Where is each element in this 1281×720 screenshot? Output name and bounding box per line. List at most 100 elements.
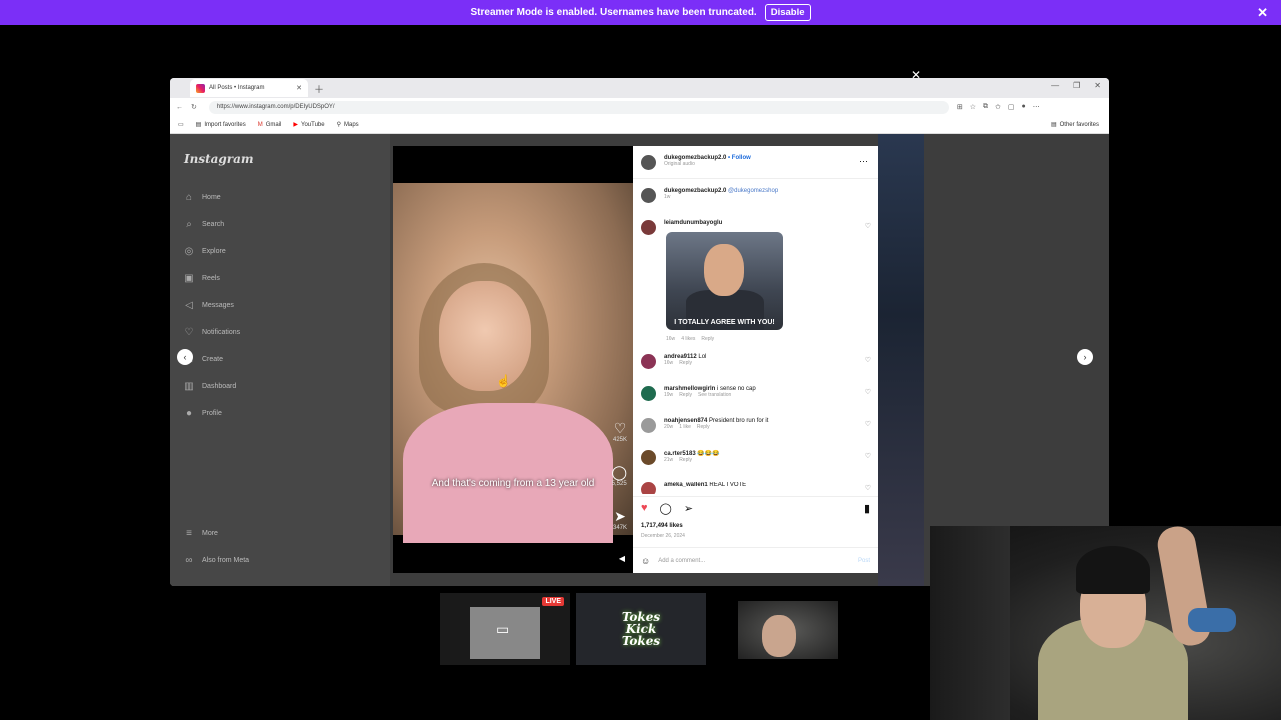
comment-like-icon[interactable]: ♡ xyxy=(865,356,871,364)
collections-icon[interactable]: ▢ xyxy=(1008,103,1015,111)
streamer-webcam xyxy=(930,526,1281,720)
video-share-button[interactable]: ➤ 347K xyxy=(613,508,627,531)
next-post-arrow-icon[interactable]: › xyxy=(1077,349,1093,365)
bookmark-youtube[interactable]: ▶ YouTube xyxy=(293,121,324,129)
window-close-icon[interactable]: ✕ xyxy=(1094,81,1101,90)
liked-heart-icon[interactable]: ♥ xyxy=(641,502,648,515)
video-comment-button[interactable]: ◯ 5,525 xyxy=(611,464,627,487)
audio-label[interactable]: Original audio xyxy=(664,161,751,167)
more-options-icon[interactable]: ⋯ xyxy=(859,156,868,167)
nav-also-from-meta[interactable]: ∞ Also from Meta xyxy=(184,555,249,566)
nav-reels[interactable]: ▣ Reels xyxy=(184,273,220,284)
nav-notifications[interactable]: ♡ Notifications xyxy=(184,327,241,338)
thumbnail-webcam[interactable] xyxy=(712,593,842,665)
mention-link[interactable]: @dukegomezshop xyxy=(728,188,778,194)
avatar[interactable] xyxy=(641,418,656,433)
comment-username[interactable]: dukegomezbackup2.0 xyxy=(664,188,726,194)
nav-more[interactable]: ≡ More xyxy=(184,528,218,539)
bookmark-gmail[interactable]: M Gmail xyxy=(258,122,282,128)
nav-home[interactable]: ⌂ Home xyxy=(184,192,221,203)
instagram-favicon-icon xyxy=(196,83,205,93)
nav-profile[interactable]: ● Profile xyxy=(184,408,222,419)
folder-icon: ▤ xyxy=(195,122,202,128)
reply-link[interactable]: Reply xyxy=(679,392,692,398)
meta-icon: ∞ xyxy=(185,555,193,566)
reply-link[interactable]: Reply xyxy=(697,424,710,430)
reply-link[interactable]: Reply xyxy=(679,457,692,463)
tab-instagram[interactable]: All Posts • Instagram ✕ xyxy=(190,79,308,97)
previous-post-arrow-icon[interactable]: ‹ xyxy=(177,349,193,365)
comment-like-icon[interactable]: ♡ xyxy=(865,484,871,492)
nav-explore[interactable]: ◎ Explore xyxy=(184,246,226,257)
heart-icon: ♡ xyxy=(184,327,194,338)
mute-icon[interactable]: ◀ xyxy=(619,554,625,563)
reply-link[interactable]: Reply xyxy=(701,336,714,342)
comment-username[interactable]: ameka_wallen1 xyxy=(664,482,708,488)
reply-link[interactable]: Reply xyxy=(679,360,692,366)
comment-like-icon[interactable]: ♡ xyxy=(865,388,871,396)
comment-icon[interactable]: ◯ xyxy=(660,502,672,515)
close-modal-icon[interactable]: ✕ xyxy=(911,68,921,82)
menu-icon[interactable]: ⋯ xyxy=(1033,103,1040,111)
likes-count[interactable]: 1,717,494 likes xyxy=(641,523,683,529)
webcam-beanie xyxy=(1076,546,1150,594)
comment-like-icon[interactable]: ♡ xyxy=(865,222,871,230)
disable-button[interactable]: Disable xyxy=(764,4,811,21)
instagram-logo[interactable]: Instagram xyxy=(184,152,254,166)
hamburger-icon: ≡ xyxy=(186,528,192,539)
video-caption: And that's coming from a 13 year old xyxy=(431,478,595,489)
maps-icon: ⚲ xyxy=(336,122,341,128)
reel-video[interactable]: And that's coming from a 13 year old ♡ 42… xyxy=(393,146,633,573)
new-tab-icon[interactable]: ＋ xyxy=(314,81,324,96)
streamer-mode-banner: Streamer Mode is enabled. Usernames have… xyxy=(0,0,1281,25)
comment-like-icon[interactable]: ♡ xyxy=(865,420,871,428)
tab-close-icon[interactable]: ✕ xyxy=(296,84,302,92)
avatar[interactable] xyxy=(641,155,656,170)
nav-dashboard[interactable]: ▥ Dashboard xyxy=(184,381,236,392)
browser-window: All Posts • Instagram ✕ ＋ — ❐ ✕ ← ↻ http… xyxy=(170,78,1109,586)
thumbnail-tokes-logo[interactable]: Tokes Kick Tokes xyxy=(576,593,706,665)
bookmark-maps[interactable]: ⚲ Maps xyxy=(336,121,359,129)
profile-icon[interactable]: ● xyxy=(1022,103,1026,111)
follow-button[interactable]: • Follow xyxy=(728,155,751,161)
thumbnail-live-screen[interactable]: LIVE ▭ xyxy=(440,593,570,665)
close-icon[interactable]: ✕ xyxy=(1257,5,1268,21)
other-favorites[interactable]: ▤ Other favorites xyxy=(1051,121,1099,129)
see-translation-link[interactable]: See translation xyxy=(698,392,731,398)
nav-search[interactable]: ⌕ Search xyxy=(184,219,224,230)
emoji-icon[interactable]: ☺ xyxy=(641,556,650,566)
favorites-icon[interactable]: ✩ xyxy=(995,103,1001,111)
extensions-icon[interactable]: ⧉ xyxy=(983,103,988,111)
comment-text: President bro run for it xyxy=(709,418,769,424)
post-button[interactable]: Post xyxy=(858,558,870,564)
comment-likes[interactable]: 1 like xyxy=(679,424,691,430)
read-aloud-icon[interactable]: ⊞ xyxy=(957,103,963,111)
webcam-background xyxy=(930,526,1010,720)
avatar[interactable] xyxy=(641,220,656,235)
favorites-toggle-icon[interactable]: ▭ xyxy=(178,121,184,128)
save-bookmark-icon[interactable]: ▮ xyxy=(864,502,870,515)
youtube-icon: ▶ xyxy=(293,122,298,128)
maximize-icon[interactable]: ❐ xyxy=(1073,81,1080,90)
back-icon[interactable]: ← xyxy=(176,104,183,111)
avatar[interactable] xyxy=(641,482,656,494)
video-like-button[interactable]: ♡ 425K xyxy=(613,420,627,443)
avatar[interactable] xyxy=(641,386,656,401)
instagram-sidebar: Instagram ⌂ Home ⌕ Search ◎ Explore ▣ Reels … xyxy=(170,134,390,586)
avatar[interactable] xyxy=(641,450,656,465)
comment-input[interactable]: Add a comment... xyxy=(658,558,705,564)
bookmark-import[interactable]: ▤ Import favorites xyxy=(195,121,246,129)
reload-icon[interactable]: ↻ xyxy=(191,103,197,111)
avatar[interactable] xyxy=(641,188,656,203)
comment-like-icon[interactable]: ♡ xyxy=(865,452,871,460)
nav-messages[interactable]: ◁ Messages xyxy=(184,300,234,311)
minimize-icon[interactable]: — xyxy=(1051,81,1059,90)
avatar[interactable] xyxy=(641,354,656,369)
gif-face xyxy=(704,244,744,296)
url-field[interactable]: https://www.instagram.com/p/DEIyUDSpOY/ xyxy=(208,100,949,114)
favorite-star-icon[interactable]: ☆ xyxy=(970,103,976,111)
comment-likes[interactable]: 4 likes xyxy=(681,336,695,342)
comment-row: marshmellowgirln i sense no cap 19w Reply… xyxy=(641,386,756,401)
video-face xyxy=(439,281,531,391)
share-icon[interactable]: ➢ xyxy=(684,502,693,515)
